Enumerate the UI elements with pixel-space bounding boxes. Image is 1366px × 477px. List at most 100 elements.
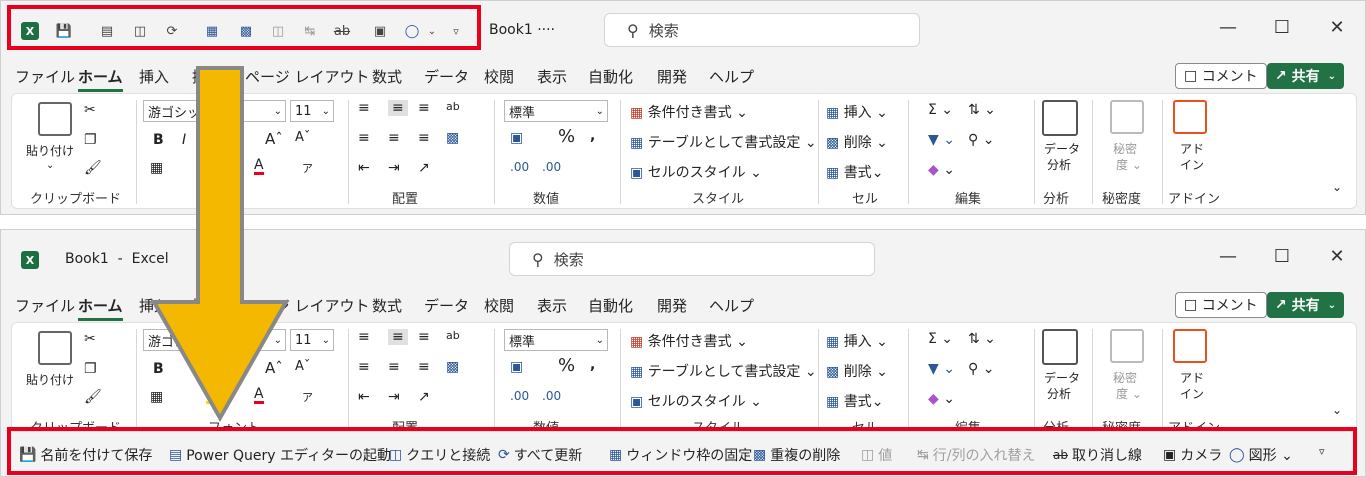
tab-developer[interactable]: 開発 (657, 66, 687, 87)
addins-icon[interactable] (1173, 329, 1207, 363)
number-format-select[interactable]: 標準 ⌄ (504, 100, 608, 122)
tab-data[interactable]: データ (424, 295, 469, 316)
insert-cells-button[interactable]: ▦ 挿入 ⌄ (826, 331, 888, 351)
align-middle-icon[interactable]: ≡ (388, 100, 408, 116)
align-right-icon[interactable]: ≡ (418, 130, 430, 146)
comma-button[interactable]: , (590, 128, 595, 144)
decrease-indent-icon[interactable]: ⇤ (358, 389, 370, 405)
tab-formulas[interactable]: 数式 (372, 66, 402, 87)
cut-icon[interactable]: ✂ (84, 102, 96, 118)
search-box[interactable]: ⚲ 検索 (509, 242, 875, 276)
collapse-ribbon-icon[interactable]: ⌄ (1332, 180, 1342, 194)
data-analysis-icon[interactable] (1042, 329, 1078, 365)
tab-data[interactable]: データ (424, 66, 469, 87)
merge-center-icon[interactable]: ▩ (446, 359, 459, 375)
phonetic-icon[interactable]: ア (302, 389, 313, 405)
cut-icon[interactable]: ✂ (84, 331, 96, 347)
comma-button[interactable]: , (590, 357, 595, 373)
tab-view[interactable]: 表示 (537, 295, 567, 316)
tab-automate[interactable]: 自動化 (588, 66, 633, 87)
paste-icon[interactable] (38, 331, 72, 365)
font-shrink-button[interactable]: Aˇ (295, 130, 310, 145)
share-button[interactable]: ↗ 共有 ⌄ (1267, 63, 1344, 89)
delete-cells-button[interactable]: ▩ 削除 ⌄ (826, 361, 888, 381)
tab-view[interactable]: 表示 (537, 66, 567, 87)
tab-file[interactable]: ファイル (15, 295, 75, 316)
sort-filter-icon[interactable]: ⇅ ⌄ (968, 331, 996, 347)
maximize-button[interactable]: ☐ (1267, 246, 1297, 267)
align-left-icon[interactable]: ≡ (358, 359, 370, 375)
clear-icon[interactable]: ◆ ⌄ (928, 162, 955, 178)
fill-icon[interactable]: ▼ ⌄ (928, 361, 955, 377)
format-cells-button[interactable]: ▦ 書式⌄ (826, 391, 883, 411)
fill-icon[interactable]: ▼ ⌄ (928, 132, 955, 148)
format-painter-icon[interactable]: 🖌 (84, 389, 102, 405)
orientation-icon[interactable]: ↗ (418, 160, 430, 176)
tab-formulas[interactable]: 数式 (372, 295, 402, 316)
align-top-icon[interactable]: ≡ (358, 329, 370, 345)
align-center-icon[interactable]: ≡ (388, 359, 400, 375)
align-left-icon[interactable]: ≡ (358, 130, 370, 146)
tab-help[interactable]: ヘルプ (709, 295, 754, 316)
format-as-table-button[interactable]: ▦ テーブルとして書式設定 ⌄ (630, 361, 817, 381)
align-center-icon[interactable]: ≡ (388, 130, 400, 146)
clear-icon[interactable]: ◆ ⌄ (928, 391, 955, 407)
font-size-select[interactable]: 11 ⌄ (290, 100, 334, 122)
sensitivity-icon[interactable] (1110, 329, 1144, 363)
decrease-decimal-icon[interactable]: .00 (542, 160, 561, 174)
paste-icon[interactable] (38, 102, 72, 136)
decrease-decimal-icon[interactable]: .00 (542, 389, 561, 403)
find-select-icon[interactable]: ⚲ ⌄ (968, 361, 994, 377)
align-bottom-icon[interactable]: ≡ (418, 329, 430, 345)
tab-help[interactable]: ヘルプ (709, 66, 754, 87)
merge-center-icon[interactable]: ▩ (446, 130, 459, 146)
format-cells-button[interactable]: ▦ 書式⌄ (826, 162, 883, 182)
align-top-icon[interactable]: ≡ (358, 100, 370, 116)
format-painter-icon[interactable]: 🖌 (84, 160, 102, 176)
tab-home[interactable]: ホーム (78, 66, 123, 92)
close-button[interactable]: ✕ (1322, 246, 1352, 267)
align-bottom-icon[interactable]: ≡ (418, 100, 430, 116)
percent-button[interactable]: % (558, 126, 575, 147)
addins-icon[interactable] (1173, 100, 1207, 134)
copy-icon[interactable]: ❐ (84, 361, 97, 377)
insert-cells-button[interactable]: ▦ 挿入 ⌄ (826, 102, 888, 122)
increase-indent-icon[interactable]: ⇥ (388, 160, 400, 176)
cell-styles-button[interactable]: ▣ セルのスタイル ⌄ (630, 162, 762, 182)
sort-filter-icon[interactable]: ⇅ ⌄ (968, 102, 996, 118)
delete-cells-button[interactable]: ▩ 削除 ⌄ (826, 132, 888, 152)
orientation-icon[interactable]: ↗ (418, 389, 430, 405)
copy-icon[interactable]: ❐ (84, 132, 97, 148)
phonetic-icon[interactable]: ア (302, 160, 313, 176)
font-shrink-button[interactable]: Aˇ (295, 359, 310, 374)
sensitivity-icon[interactable] (1110, 100, 1144, 134)
tab-home[interactable]: ホーム (78, 295, 123, 321)
percent-button[interactable]: % (558, 355, 575, 376)
tab-automate[interactable]: 自動化 (588, 295, 633, 316)
increase-decimal-icon[interactable]: .00 (510, 389, 529, 403)
wrap-text-icon[interactable]: ab (446, 100, 460, 113)
autosum-icon[interactable]: Σ ⌄ (928, 331, 953, 347)
decrease-indent-icon[interactable]: ⇤ (358, 160, 370, 176)
share-button[interactable]: ↗ 共有 ⌄ (1267, 292, 1344, 318)
minimize-button[interactable]: — (1213, 17, 1243, 38)
wrap-text-icon[interactable]: ab (446, 329, 460, 342)
find-select-icon[interactable]: ⚲ ⌄ (968, 132, 994, 148)
maximize-button[interactable]: ☐ (1267, 17, 1297, 38)
comments-button[interactable]: □ コメント (1175, 63, 1267, 89)
comments-button[interactable]: □ コメント (1175, 292, 1267, 318)
align-right-icon[interactable]: ≡ (418, 359, 430, 375)
collapse-ribbon-icon[interactable]: ⌄ (1332, 403, 1342, 417)
conditional-format-button[interactable]: ▦ 条件付き書式 ⌄ (630, 102, 748, 122)
align-middle-icon[interactable]: ≡ (388, 329, 408, 345)
increase-decimal-icon[interactable]: .00 (510, 160, 529, 174)
close-button[interactable]: ✕ (1322, 17, 1352, 38)
autosum-icon[interactable]: Σ ⌄ (928, 102, 953, 118)
format-as-table-button[interactable]: ▦ テーブルとして書式設定 ⌄ (630, 132, 817, 152)
search-box[interactable]: ⚲ 検索 (604, 13, 920, 47)
minimize-button[interactable]: — (1213, 246, 1243, 267)
tab-review[interactable]: 校閲 (484, 66, 514, 87)
number-format-select[interactable]: 標準 ⌄ (504, 329, 608, 351)
conditional-format-button[interactable]: ▦ 条件付き書式 ⌄ (630, 331, 748, 351)
tab-review[interactable]: 校閲 (484, 295, 514, 316)
